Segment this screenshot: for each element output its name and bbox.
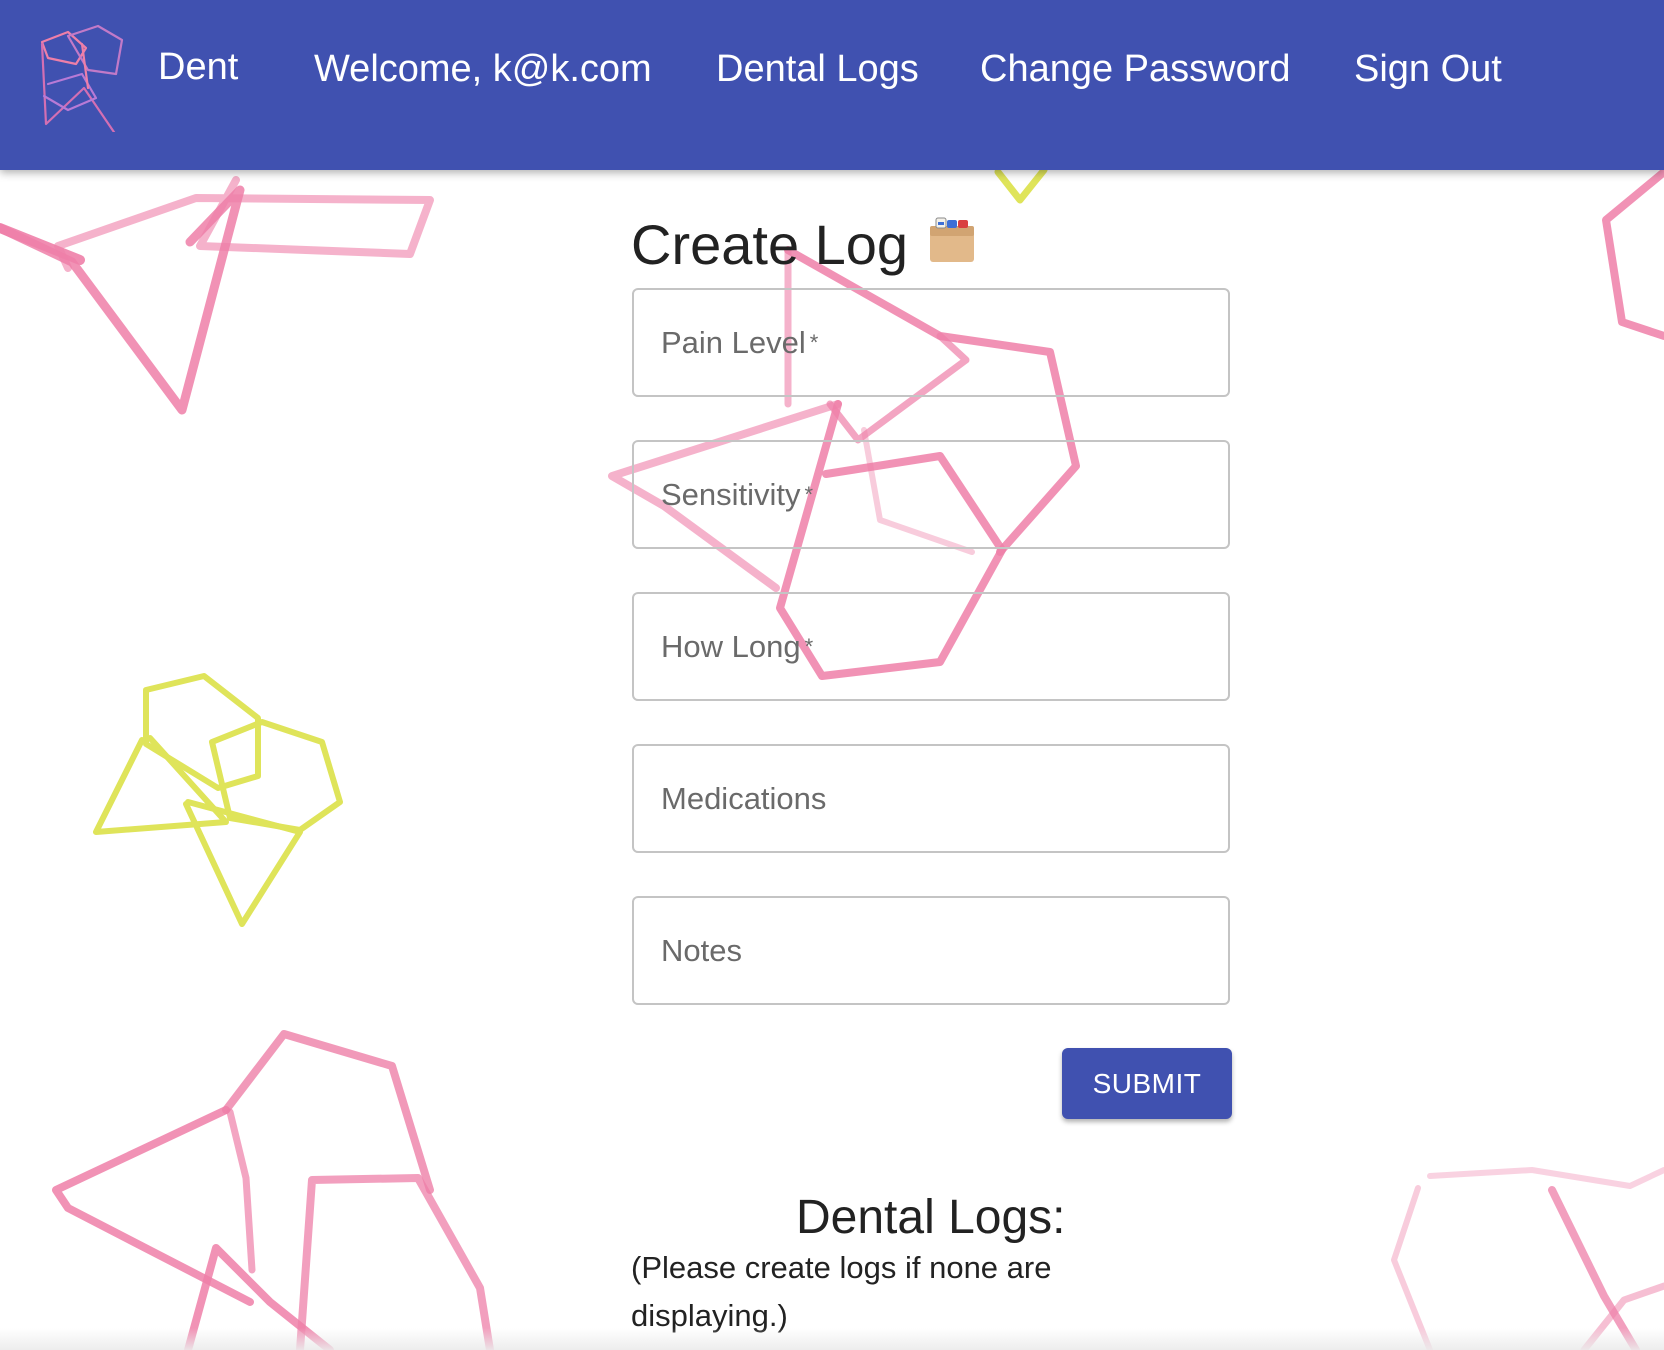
notes-input[interactable] [634,898,1228,1003]
medications-field[interactable]: Medications [632,744,1230,853]
form-title: Create Log [631,213,909,276]
nav-change-password[interactable]: Change Password [980,46,1291,92]
brand-link[interactable]: Dent [158,44,238,90]
nav-sign-out[interactable]: Sign Out [1354,46,1502,92]
card-file-box-icon [930,217,974,262]
submit-button[interactable]: SUBMIT [1062,1048,1232,1119]
dent-logo-icon[interactable] [28,14,128,132]
medications-input[interactable] [634,746,1228,851]
how-long-input[interactable] [634,594,1228,699]
sensitivity-field[interactable]: Sensitivity * [632,440,1230,549]
bottom-fade [0,1328,1664,1350]
sensitivity-input[interactable] [634,442,1228,547]
pain-level-input[interactable] [634,290,1228,395]
dental-logs-note: (Please create logs if none are displayi… [631,1250,1052,1333]
dental-logs-heading: Dental Logs: [796,1191,1066,1244]
pain-level-field[interactable]: Pain Level * [632,288,1230,397]
how-long-field[interactable]: How Long * [632,592,1230,701]
notes-field[interactable]: Notes [632,896,1230,1005]
main-content: Create Log Pain Level * Sensitivity * How … [0,0,1664,1350]
welcome-link[interactable]: Welcome, k@k.com [314,46,652,92]
app-header: Dent Welcome, k@k.com Dental Logs Change… [0,0,1664,170]
nav-dental-logs[interactable]: Dental Logs [716,46,919,92]
page: Dent Welcome, k@k.com Dental Logs Change… [0,0,1664,1350]
